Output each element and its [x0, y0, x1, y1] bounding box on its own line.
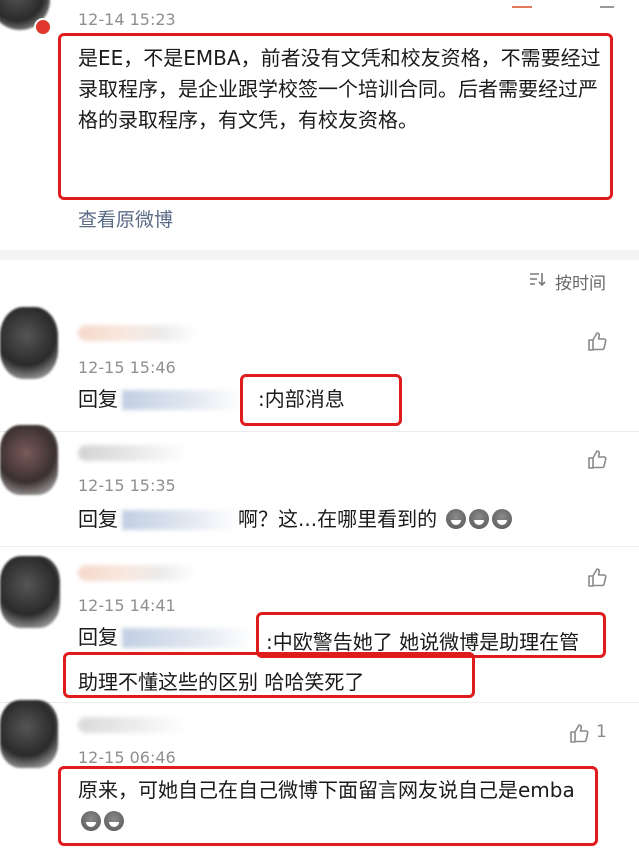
laugh-emoji-icon: [446, 509, 467, 529]
section-separator: [0, 250, 639, 260]
comment-text: 啊？这...在哪里看到的: [238, 504, 513, 535]
comment-text: 原来，可她自己在自己微博下面留言网友说自己是emba: [78, 775, 588, 837]
sort-icon[interactable]: [528, 270, 546, 288]
avatar[interactable]: [0, 425, 58, 495]
avatar[interactable]: [0, 556, 60, 628]
avatar[interactable]: [0, 700, 58, 768]
username[interactable]: [78, 565, 196, 581]
like-icon[interactable]: [586, 448, 608, 470]
laugh-emoji-icon: [104, 811, 124, 831]
comment-text: :内部消息: [258, 387, 345, 411]
avatar[interactable]: [0, 307, 58, 379]
like-icon[interactable]: [568, 722, 590, 744]
divider: [0, 431, 639, 432]
more-icon[interactable]: [512, 0, 532, 8]
comment-text-body: 啊？这...在哪里看到的: [238, 507, 438, 531]
like-count: 1: [596, 722, 607, 742]
post-text: 是EE，不是EMBA，前者没有文凭和校友资格，不需要经过录取程序，是企业跟学校签…: [78, 46, 601, 132]
comment-text-body: 原来，可她自己在自己微博下面留言网友说自己是emba: [78, 778, 575, 802]
reply-prefix: 回复: [78, 387, 118, 411]
dropdown-icon[interactable]: [600, 0, 614, 8]
comment-timestamp: 12-15 06:46: [78, 748, 176, 767]
reply-prefix: 回复: [78, 507, 118, 531]
like-icon[interactable]: [586, 330, 608, 352]
comment-timestamp: 12-15 15:35: [78, 476, 176, 495]
username[interactable]: [78, 717, 186, 733]
view-original-link[interactable]: 查看原微博: [78, 205, 173, 232]
sort-label[interactable]: 按时间: [555, 269, 606, 294]
divider: [0, 546, 639, 547]
like-icon[interactable]: [586, 566, 608, 588]
laugh-emoji-icon: [81, 811, 101, 831]
divider: [0, 702, 639, 703]
mention-username[interactable]: [122, 510, 237, 530]
laugh-emoji-icon: [469, 509, 490, 529]
username[interactable]: [78, 445, 188, 461]
laugh-emoji-icon: [492, 509, 513, 529]
username[interactable]: [78, 325, 198, 341]
verified-badge-icon: [34, 18, 52, 36]
post-timestamp: 12-14 15:23: [78, 10, 176, 29]
comment-text: :中欧警告她了 她说微博是助理在管助理不懂这些的区别 哈哈笑死了: [78, 630, 580, 694]
comment-timestamp: 12-15 15:46: [78, 358, 176, 377]
mention-username[interactable]: [122, 390, 242, 410]
comment-timestamp: 12-15 14:41: [78, 596, 176, 615]
